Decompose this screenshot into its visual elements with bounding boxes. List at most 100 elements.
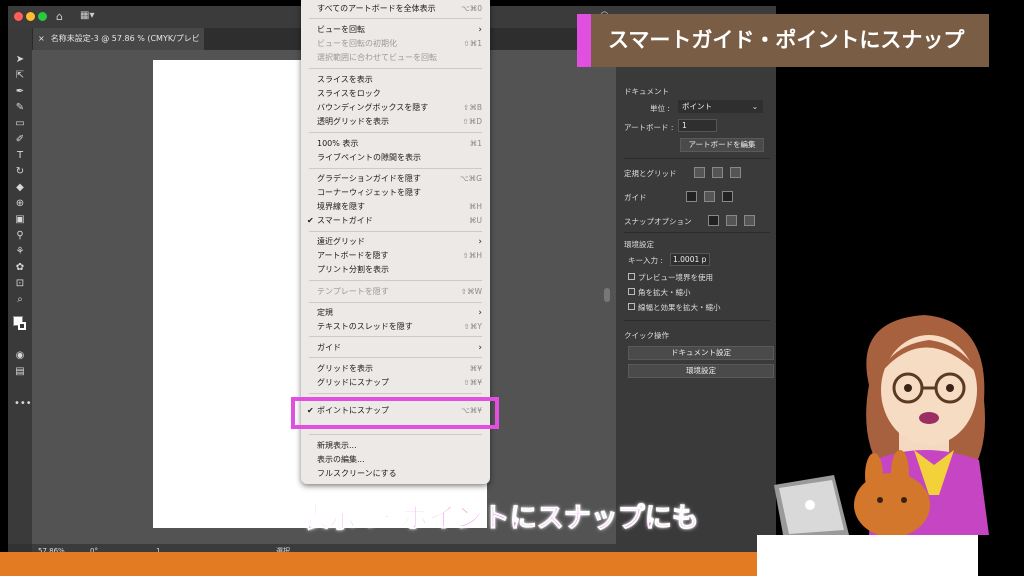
menu-shortcut: ⇧⌘B [463,103,482,112]
preview-bounds-checkbox[interactable] [628,273,635,280]
more-tools-icon[interactable]: ••• [14,398,32,410]
menu-item-hide-template: テンプレートを隠す ⇧⌘W [317,286,482,298]
menu-item-hide-corner-widget[interactable]: コーナーウィジェットを隠す [317,187,482,199]
curvature-tool-icon[interactable]: ✎ [14,102,26,114]
minimize-window-button[interactable] [26,12,35,21]
scale-corners-label: 角を拡大・縮小 [638,288,691,297]
menu-item-rulers[interactable]: 定規 › [317,307,482,319]
menu-item-full-screen[interactable]: フルスクリーンにする [317,468,482,480]
document-setup-button[interactable]: ドキュメント設定 [628,346,774,360]
tools-panel: ➤ ⇱ ✒ ✎ ▭ ✐ T ↻ ◆ ⊕ ▣ ⚲ ⚘ ✿ ⊡ ⌕ ◉ ▤ ••• [8,28,33,544]
paintbrush-tool-icon[interactable]: ✐ [14,134,26,146]
draw-mode-icon[interactable]: ◉ [14,350,26,362]
submenu-arrow-icon: › [478,308,482,318]
menu-item-smart-guides[interactable]: ✔ スマートガイド ⌘U [307,215,482,227]
menu-item-hide-text-threads[interactable]: テキストのスレッドを隠す ⇧⌘Y [317,321,482,333]
unit-select[interactable]: ポイント ⌄ [678,100,763,113]
lock-guides-icon[interactable] [704,191,715,202]
menu-shortcut: ⌘1 [469,139,482,148]
menu-separator [309,68,482,69]
caption-subtitle: 表示 ＞ ポイントにスナップにも [302,503,700,535]
menu-item-label: スライスをロック [317,89,381,98]
menu-item-show-grid[interactable]: グリッドを表示 ⌘¥ [317,363,482,375]
gradient-tool-icon[interactable]: ▣ [14,214,26,226]
menu-shortcut: ⇧⌘D [462,117,482,126]
pen-tool-icon[interactable]: ✒ [14,86,26,98]
transparency-grid-icon[interactable] [730,167,741,178]
bottom-strip [0,552,776,576]
menu-item-snap-to-grid[interactable]: グリッドにスナップ ⇧⌘¥ [317,377,482,389]
scale-strokes-checkbox[interactable] [628,303,635,310]
menu-item-label: 透明グリッドを表示 [317,117,389,126]
menu-item-label: すべてのアートボードを全体表示 [317,4,436,13]
menu-item-fit-all[interactable]: すべてのアートボードを全体表示 ⌥⌘0 [317,3,482,15]
quick-actions-heading: クイック操作 [624,331,669,340]
menu-separator [309,336,482,337]
menu-item-new-view[interactable]: 新規表示... [317,440,482,452]
stroke-swatch[interactable] [18,322,26,330]
rotate-tool-icon[interactable]: ↻ [14,166,26,178]
menu-item-lock-slices[interactable]: スライスをロック [317,88,482,100]
shape-builder-tool-icon[interactable]: ⊕ [14,198,26,210]
menu-item-label: 選択範囲に合わせてビューを回転 [317,53,437,62]
menu-separator [309,302,482,303]
menu-item-label: スマートガイド [317,216,373,225]
eyedropper-tool-icon[interactable]: ⚲ [14,230,26,242]
menu-item-actual-size[interactable]: 100% 表示 ⌘1 [317,138,482,150]
snap-to-pixel-icon[interactable] [726,215,737,226]
menu-item-edit-views[interactable]: 表示の編集... [317,454,482,466]
type-tool-icon[interactable]: T [14,150,26,162]
menu-item-label: プリント分割を表示 [317,265,389,274]
menu-item-show-slices[interactable]: スライスを表示 [317,74,482,86]
close-window-button[interactable] [14,12,23,21]
menu-separator [309,393,482,394]
menu-item-hide-gradient-annotator[interactable]: グラデーションガイドを隠す ⌥⌘G [317,173,482,185]
artboard-tool-icon[interactable]: ⊡ [14,278,26,290]
home-icon[interactable]: ⌂ [56,10,63,23]
grid-icon[interactable] [712,167,723,178]
zoom-tool-icon[interactable]: ⌕ [14,294,26,306]
zoom-window-button[interactable] [38,12,47,21]
canvas-scroll-handle[interactable] [604,288,610,302]
eraser-tool-icon[interactable]: ◆ [14,182,26,194]
workspace-layout-icon[interactable]: ▦▾ [80,10,94,21]
snap-to-point-icon[interactable] [708,215,719,226]
artboard-select[interactable]: 1 [678,119,717,132]
rulers-icon[interactable] [694,167,705,178]
menu-item-show-transparency-grid[interactable]: 透明グリッドを表示 ⇧⌘D [317,116,482,128]
document-tab[interactable]: ×名称未設定-3 @ 57.86 % (CMYK/プレビュー) [32,28,204,65]
menu-item-perspective-grid[interactable]: 遠近グリッド › [317,236,482,248]
menu-item-label: 遠近グリッド [317,237,365,246]
snap-to-glyph-icon[interactable] [744,215,755,226]
menu-shortcut: ⇧⌘W [460,287,482,296]
screen-mode-icon[interactable]: ▤ [14,366,26,378]
menu-item-rotate-view[interactable]: ビューを回転 › [317,24,482,36]
menu-item-hide-artboards[interactable]: アートボードを隠す ⇧⌘H [317,250,482,262]
symbol-sprayer-tool-icon[interactable]: ✿ [14,262,26,274]
menu-item-label: ビューを回転の初期化 [317,39,397,48]
menu-item-show-live-paint-gaps[interactable]: ライブペイントの隙間を表示 [317,152,482,164]
scale-corners-checkbox[interactable] [628,288,635,295]
menu-item-label: 境界線を隠す [317,202,365,211]
unit-value: ポイント [682,102,712,111]
menu-item-hide-bounding-box[interactable]: バウンディングボックスを隠す ⇧⌘B [317,102,482,114]
close-tab-icon[interactable]: × [38,34,45,43]
menu-item-label: グリッドを表示 [317,364,373,373]
menu-item-hide-edges[interactable]: 境界線を隠す ⌘H [317,201,482,213]
edit-artboard-button[interactable]: アートボードを編集 [680,138,764,152]
preferences-button[interactable]: 環境設定 [628,364,774,378]
blend-tool-icon[interactable]: ⚘ [14,246,26,258]
direct-selection-tool-icon[interactable]: ⇱ [14,70,26,82]
key-increment-label: キー入力 : [628,256,663,265]
key-increment-input[interactable]: 1.0001 p [670,253,710,266]
panel-divider [624,232,770,233]
show-guides-icon[interactable] [686,191,697,202]
panel-divider [624,158,770,159]
rectangle-tool-icon[interactable]: ▭ [14,118,26,130]
menu-shortcut: ⇧⌘Y [463,322,482,331]
menu-item-guides[interactable]: ガイド › [317,342,482,354]
selection-tool-icon[interactable]: ➤ [14,54,26,66]
presenter-desk [757,535,978,576]
smart-guides-icon[interactable] [722,191,733,202]
menu-item-show-print-tiling[interactable]: プリント分割を表示 [317,264,482,276]
